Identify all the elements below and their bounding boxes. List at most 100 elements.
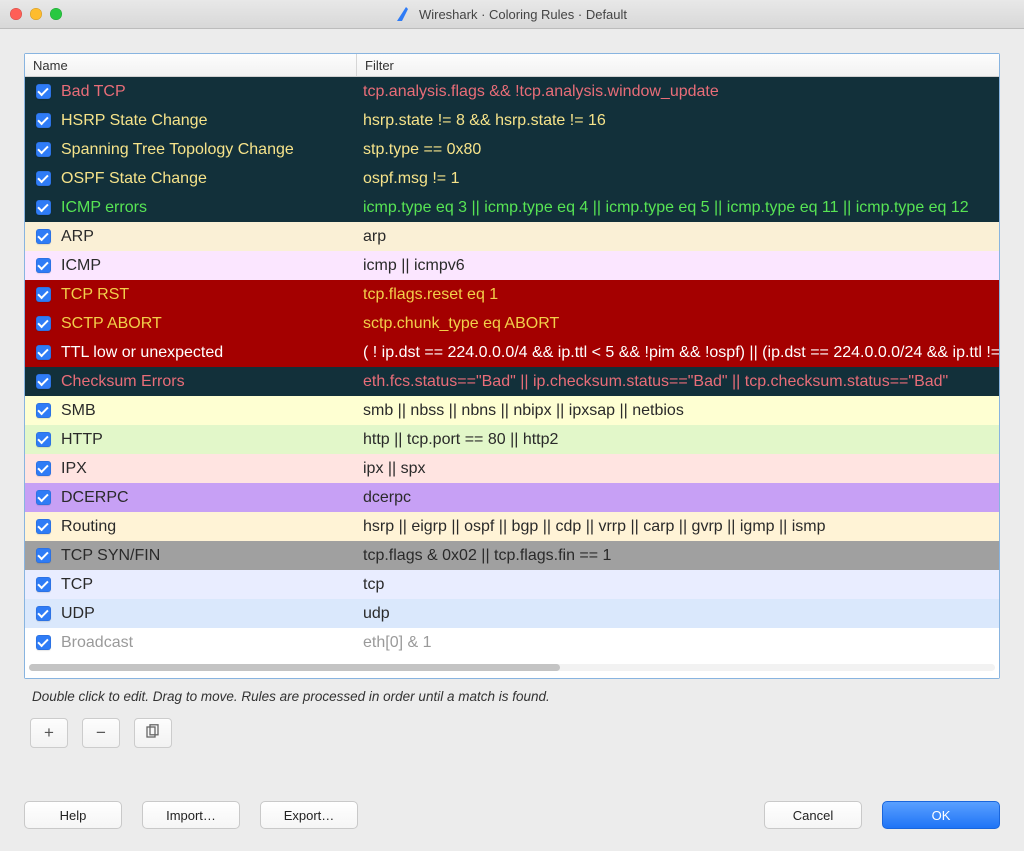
table-row[interactable]: UDPudp [25, 599, 999, 628]
add-rule-button[interactable]: + [30, 718, 68, 748]
rule-enabled-checkbox[interactable] [25, 200, 61, 215]
rule-name: Routing [61, 518, 363, 536]
copy-rule-button[interactable] [134, 718, 172, 748]
table-row[interactable]: Bad TCPtcp.analysis.flags && !tcp.analys… [25, 77, 999, 106]
rule-name: DCERPC [61, 489, 363, 507]
rule-name: Bad TCP [61, 83, 363, 101]
checkmark-icon [36, 432, 51, 447]
import-button[interactable]: Import… [142, 801, 240, 829]
hint-text: Double click to edit. Drag to move. Rule… [32, 689, 992, 704]
fullscreen-window-button[interactable] [50, 8, 62, 20]
cancel-button[interactable]: Cancel [764, 801, 862, 829]
window-controls [10, 8, 62, 20]
table-row[interactable]: IPXipx || spx [25, 454, 999, 483]
rule-enabled-checkbox[interactable] [25, 113, 61, 128]
rule-enabled-checkbox[interactable] [25, 142, 61, 157]
rule-enabled-checkbox[interactable] [25, 606, 61, 621]
rule-name: Broadcast [61, 634, 363, 652]
column-header-name[interactable]: Name [25, 54, 357, 76]
help-button[interactable]: Help [24, 801, 122, 829]
rule-enabled-checkbox[interactable] [25, 403, 61, 418]
rule-filter: eth[0] & 1 [363, 634, 999, 652]
rule-enabled-checkbox[interactable] [25, 229, 61, 244]
rule-filter: sctp.chunk_type eq ABORT [363, 315, 999, 333]
table-row[interactable]: HSRP State Changehsrp.state != 8 && hsrp… [25, 106, 999, 135]
table-row[interactable]: SCTP ABORTsctp.chunk_type eq ABORT [25, 309, 999, 338]
rule-enabled-checkbox[interactable] [25, 345, 61, 360]
rule-name: TCP [61, 576, 363, 594]
rule-enabled-checkbox[interactable] [25, 258, 61, 273]
checkmark-icon [36, 606, 51, 621]
rule-name: ICMP [61, 257, 363, 275]
close-window-button[interactable] [10, 8, 22, 20]
horizontal-scrollbar[interactable] [25, 657, 999, 678]
checkmark-icon [36, 287, 51, 302]
table-row[interactable]: Checksum Errorseth.fcs.status=="Bad" || … [25, 367, 999, 396]
rule-enabled-checkbox[interactable] [25, 519, 61, 534]
rule-enabled-checkbox[interactable] [25, 171, 61, 186]
minimize-window-button[interactable] [30, 8, 42, 20]
rule-name: SMB [61, 402, 363, 420]
rule-enabled-checkbox[interactable] [25, 316, 61, 331]
checkmark-icon [36, 490, 51, 505]
rule-filter: arp [363, 228, 999, 246]
rules-table: Name Filter Bad TCPtcp.analysis.flags &&… [24, 53, 1000, 679]
checkmark-icon [36, 171, 51, 186]
checkmark-icon [36, 200, 51, 215]
rule-enabled-checkbox[interactable] [25, 490, 61, 505]
table-row[interactable]: Broadcasteth[0] & 1 [25, 628, 999, 657]
rule-filter: http || tcp.port == 80 || http2 [363, 431, 999, 449]
ok-button[interactable]: OK [882, 801, 1000, 829]
checkmark-icon [36, 258, 51, 273]
table-row[interactable]: DCERPCdcerpc [25, 483, 999, 512]
rule-name: TCP RST [61, 286, 363, 304]
rule-filter: ( ! ip.dst == 224.0.0.0/4 && ip.ttl < 5 … [363, 344, 999, 362]
column-header-filter[interactable]: Filter [357, 54, 999, 76]
table-row[interactable]: ICMP errorsicmp.type eq 3 || icmp.type e… [25, 193, 999, 222]
rule-filter: udp [363, 605, 999, 623]
rule-enabled-checkbox[interactable] [25, 461, 61, 476]
checkmark-icon [36, 142, 51, 157]
rule-filter: smb || nbss || nbns || nbipx || ipxsap |… [363, 402, 999, 420]
table-row[interactable]: Routinghsrp || eigrp || ospf || bgp || c… [25, 512, 999, 541]
titlebar: Wireshark · Coloring Rules · Default [0, 0, 1024, 29]
table-row[interactable]: SMBsmb || nbss || nbns || nbipx || ipxsa… [25, 396, 999, 425]
rule-name: UDP [61, 605, 363, 623]
checkmark-icon [36, 519, 51, 534]
rule-filter: dcerpc [363, 489, 999, 507]
checkmark-icon [36, 113, 51, 128]
rule-enabled-checkbox[interactable] [25, 374, 61, 389]
remove-rule-button[interactable]: − [82, 718, 120, 748]
bottom-bar: Help Import… Export… Cancel OK [24, 801, 1000, 829]
table-row[interactable]: ICMPicmp || icmpv6 [25, 251, 999, 280]
rule-filter: ipx || spx [363, 460, 999, 478]
rule-enabled-checkbox[interactable] [25, 577, 61, 592]
rule-name: IPX [61, 460, 363, 478]
rule-filter: tcp.flags & 0x02 || tcp.flags.fin == 1 [363, 547, 999, 565]
toolbar: + − [24, 718, 1000, 748]
table-row[interactable]: ARParp [25, 222, 999, 251]
window-title: Wireshark · Coloring Rules · Default [419, 7, 627, 22]
rule-filter: eth.fcs.status=="Bad" || ip.checksum.sta… [363, 373, 999, 391]
table-row[interactable]: HTTPhttp || tcp.port == 80 || http2 [25, 425, 999, 454]
export-button[interactable]: Export… [260, 801, 358, 829]
rule-enabled-checkbox[interactable] [25, 432, 61, 447]
table-row[interactable]: OSPF State Changeospf.msg != 1 [25, 164, 999, 193]
rule-filter: icmp.type eq 3 || icmp.type eq 4 || icmp… [363, 199, 999, 217]
plus-icon: + [44, 723, 54, 743]
rule-name: OSPF State Change [61, 170, 363, 188]
rule-name: Checksum Errors [61, 373, 363, 391]
rule-name: SCTP ABORT [61, 315, 363, 333]
rule-enabled-checkbox[interactable] [25, 84, 61, 99]
rule-enabled-checkbox[interactable] [25, 287, 61, 302]
rule-enabled-checkbox[interactable] [25, 635, 61, 650]
table-row[interactable]: TCP SYN/FINtcp.flags & 0x02 || tcp.flags… [25, 541, 999, 570]
table-row[interactable]: Spanning Tree Topology Changestp.type ==… [25, 135, 999, 164]
table-row[interactable]: TCPtcp [25, 570, 999, 599]
table-row[interactable]: TTL low or unexpected( ! ip.dst == 224.0… [25, 338, 999, 367]
rule-enabled-checkbox[interactable] [25, 548, 61, 563]
checkmark-icon [36, 345, 51, 360]
table-row[interactable]: TCP RSTtcp.flags.reset eq 1 [25, 280, 999, 309]
rule-filter: tcp [363, 576, 999, 594]
rule-name: Spanning Tree Topology Change [61, 141, 363, 159]
